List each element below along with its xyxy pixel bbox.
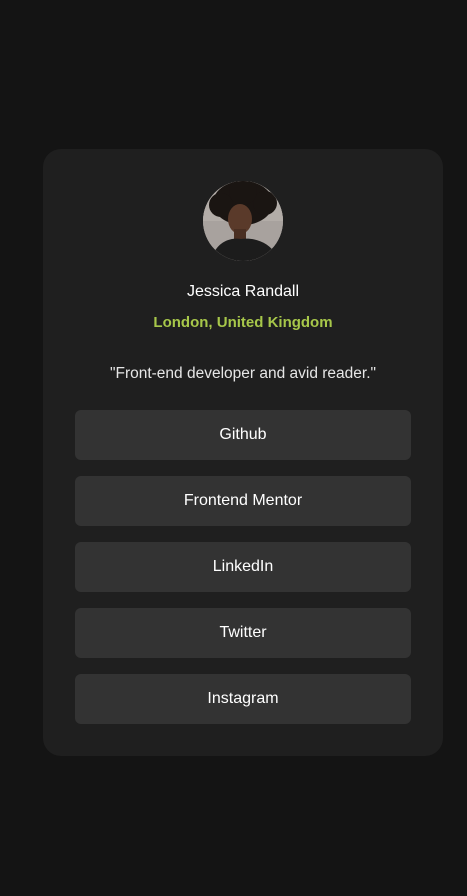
- social-links-list: Github Frontend Mentor LinkedIn Twitter …: [75, 410, 411, 740]
- avatar: [203, 181, 283, 261]
- twitter-link-button[interactable]: Twitter: [75, 608, 411, 658]
- instagram-link-button[interactable]: Instagram: [75, 674, 411, 724]
- profile-name: Jessica Randall: [186, 283, 300, 300]
- avatar-portrait-image: [203, 181, 283, 261]
- profile-card: Jessica Randall London, United Kingdom "…: [43, 149, 443, 756]
- github-link-button[interactable]: Github: [75, 410, 411, 460]
- list-item: Frontend Mentor: [75, 476, 411, 526]
- list-item: Instagram: [75, 674, 411, 724]
- linkedin-link-button[interactable]: LinkedIn: [75, 542, 411, 592]
- list-item: Github: [75, 410, 411, 460]
- profile-location: London, United Kingdom: [153, 314, 333, 331]
- list-item: Twitter: [75, 608, 411, 658]
- list-item: LinkedIn: [75, 542, 411, 592]
- frontend-mentor-link-button[interactable]: Frontend Mentor: [75, 476, 411, 526]
- profile-bio: "Front-end developer and avid reader.": [109, 365, 377, 382]
